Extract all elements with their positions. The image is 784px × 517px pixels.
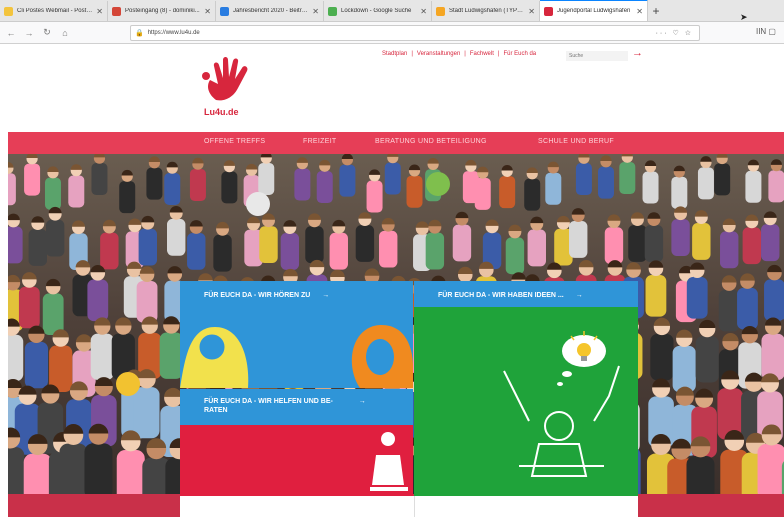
tile-wir-hoeren-zu[interactable]: FÜR EUCH DA - WIR HÖREN ZU → bbox=[180, 281, 413, 388]
tab-close-icon[interactable]: ✕ bbox=[420, 7, 427, 16]
browser-tab-bar: Cli Postes Webmail - Posteingang✕Postein… bbox=[0, 0, 784, 22]
nav-freizeit[interactable]: FREIZEIT bbox=[303, 138, 337, 145]
link-fuer-euch-da[interactable]: Für Euch da bbox=[503, 51, 536, 57]
main-navigation: OFFENE TREFFS FREIZEIT BERATUNG UND BETE… bbox=[8, 132, 784, 154]
page-actions-icon[interactable]: ··· ♡ ☆ bbox=[656, 29, 693, 37]
tab-close-icon[interactable]: ✕ bbox=[204, 7, 211, 16]
link-separator: | bbox=[464, 51, 466, 57]
tab-label: Jugendportal Ludwigshafen bbox=[557, 8, 631, 14]
tab-favicon-icon bbox=[436, 6, 445, 16]
helfen-illustration bbox=[180, 425, 413, 496]
tile-helfen-line2: RATEN bbox=[204, 407, 228, 414]
browser-toolbar: ← → ↻ ⌂ 🔒 https://www.lu4u.de ··· ♡ ☆ II… bbox=[0, 22, 784, 44]
back-icon[interactable]: ← bbox=[4, 28, 18, 38]
tab-close-icon[interactable]: ✕ bbox=[96, 7, 103, 16]
url-text: https://www.lu4u.de bbox=[147, 30, 200, 36]
tab-favicon-icon bbox=[4, 6, 13, 16]
link-fachwelt[interactable]: Fachwelt bbox=[470, 51, 494, 57]
tile-helfen-image[interactable] bbox=[180, 425, 413, 496]
logo-text[interactable]: Lu4u.de bbox=[204, 107, 239, 117]
browser-tab[interactable]: Cli Postes Webmail - Posteingang ✕ bbox=[0, 1, 108, 21]
nav-offene-treffs[interactable]: OFFENE TREFFS bbox=[204, 138, 265, 145]
arrow-right-icon: → bbox=[358, 398, 366, 405]
tile-hoeren-illustration bbox=[180, 307, 413, 388]
tile-hoeren-text: FÜR EUCH DA - WIR HÖREN ZU bbox=[204, 292, 311, 299]
divider bbox=[414, 496, 415, 517]
new-tab-button[interactable]: + bbox=[648, 1, 664, 21]
tab-favicon-icon bbox=[220, 6, 229, 16]
nav-beratung[interactable]: BERATUNG UND BETEILIGUNG bbox=[375, 138, 487, 145]
idea-illustration bbox=[503, 331, 620, 477]
arrow-right-icon: → bbox=[575, 292, 583, 299]
search-arrow-icon[interactable]: → bbox=[632, 47, 643, 59]
tab-label: Cli Postes Webmail - Posteingang bbox=[17, 8, 92, 14]
web-page: Lu4u.de Stadtplan | Veranstaltungen | Fa… bbox=[8, 44, 784, 517]
tab-close-icon[interactable]: ✕ bbox=[636, 7, 643, 16]
link-stadtplan[interactable]: Stadtplan bbox=[382, 51, 407, 57]
tile-helfen-text: FÜR EUCH DA - WIR HELFEN UND BE- bbox=[204, 398, 333, 405]
tile-ideen-text: FÜR EUCH DA - WIR HABEN IDEEN ... bbox=[438, 292, 564, 299]
tile-helfen-label: FÜR EUCH DA - WIR HELFEN UND BE- → RATEN bbox=[204, 397, 366, 415]
tile-helfen-line1: FÜR EUCH DA - WIR HELFEN UND BE- → bbox=[204, 397, 366, 406]
lock-icon: 🔒 bbox=[135, 30, 144, 37]
link-separator: | bbox=[411, 51, 413, 57]
tile-ideen-label: FÜR EUCH DA - WIR HABEN IDEEN ... → bbox=[438, 291, 583, 300]
tile-hoeren-label: FÜR EUCH DA - WIR HÖREN ZU → bbox=[204, 291, 329, 300]
tab-label: Stadt Ludwigshafen (TYPO3) bbox=[449, 8, 525, 14]
arrow-right-icon: → bbox=[322, 292, 330, 299]
content-preview-strip bbox=[180, 496, 638, 517]
tab-close-icon[interactable]: ✕ bbox=[528, 7, 535, 16]
nav-schule-beruf[interactable]: SCHULE UND BERUF bbox=[538, 138, 614, 145]
browser-tab[interactable]: Jahresbericht 2020 - Beitrag ✕ bbox=[216, 1, 324, 21]
address-bar[interactable]: 🔒 https://www.lu4u.de ··· ♡ ☆ bbox=[130, 25, 700, 41]
reload-icon[interactable]: ↻ bbox=[40, 27, 54, 38]
site-header: Lu4u.de Stadtplan | Veranstaltungen | Fa… bbox=[8, 44, 784, 132]
browser-tab[interactable]: Lockdown - Google Suche ✕ bbox=[324, 1, 432, 21]
library-icon[interactable]: IIN ▢ bbox=[756, 27, 776, 36]
tab-favicon-icon bbox=[112, 6, 121, 16]
browser-tab[interactable]: Stadt Ludwigshafen (TYPO3) ✕ bbox=[432, 1, 540, 21]
link-separator: | bbox=[497, 51, 500, 57]
top-links: Stadtplan | Veranstaltungen | Fachwelt |… bbox=[382, 51, 536, 57]
link-veranstaltungen[interactable]: Veranstaltungen bbox=[417, 51, 460, 57]
browser-tab[interactable]: Jugendportal Ludwigshafen ✕ bbox=[540, 0, 648, 21]
home-icon[interactable]: ⌂ bbox=[58, 28, 72, 38]
tile-wir-haben-ideen[interactable]: FÜR EUCH DA - WIR HABEN IDEEN ... → bbox=[414, 281, 638, 496]
tab-label: Jahresbericht 2020 - Beitrag bbox=[233, 8, 309, 14]
tab-favicon-icon bbox=[544, 6, 553, 16]
tab-favicon-icon bbox=[328, 6, 337, 16]
tab-label: Posteingang (8) - dominiki... bbox=[125, 8, 200, 14]
tile-wir-helfen-beraten[interactable]: FÜR EUCH DA - WIR HELFEN UND BE- → RATEN bbox=[180, 389, 413, 425]
search-input[interactable] bbox=[566, 51, 628, 61]
tab-close-icon[interactable]: ✕ bbox=[312, 7, 319, 16]
tab-label: Lockdown - Google Suche bbox=[341, 8, 412, 14]
forward-icon[interactable]: → bbox=[22, 28, 36, 38]
hand-logo-icon[interactable] bbox=[198, 54, 258, 104]
browser-tab[interactable]: Posteingang (8) - dominiki... ✕ bbox=[108, 1, 216, 21]
